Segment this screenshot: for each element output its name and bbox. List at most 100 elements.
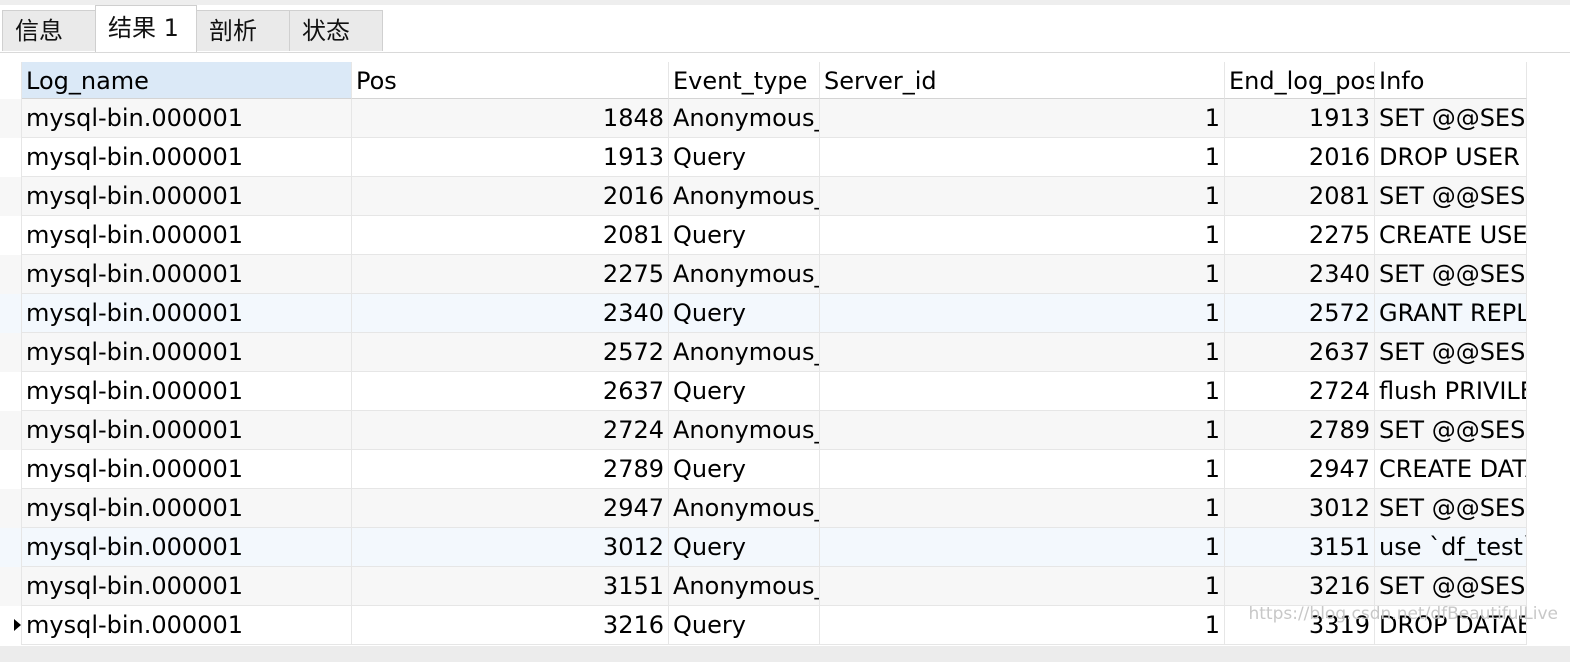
- cell-server-id[interactable]: 1: [820, 411, 1225, 450]
- cell-pos[interactable]: 2724: [352, 411, 669, 450]
- cell-server-id[interactable]: 1: [820, 333, 1225, 372]
- cell-event-type[interactable]: Anonymous_: [669, 567, 820, 606]
- cell-info[interactable]: CREATE DATA: [1375, 450, 1527, 489]
- row-indicator[interactable]: [0, 411, 22, 450]
- cell-event-type[interactable]: Anonymous_: [669, 489, 820, 528]
- row-indicator[interactable]: [0, 333, 22, 372]
- table-row[interactable]: mysql-bin.000001 2724 Anonymous_ 1 2789 SET @…: [0, 411, 1527, 450]
- cell-log-name[interactable]: mysql-bin.000001: [22, 567, 352, 606]
- column-header-info[interactable]: Info: [1375, 62, 1527, 99]
- cell-pos[interactable]: 1848: [352, 99, 669, 138]
- table-row[interactable]: mysql-bin.000001 2789 Query 1 2947 CREATE DAT…: [0, 450, 1527, 489]
- row-indicator[interactable]: [0, 606, 22, 645]
- cell-pos[interactable]: 1913: [352, 138, 669, 177]
- cell-server-id[interactable]: 1: [820, 606, 1225, 645]
- cell-end-log-pos[interactable]: 2340: [1225, 255, 1375, 294]
- cell-info[interactable]: DROP USER `: [1375, 138, 1527, 177]
- cell-end-log-pos[interactable]: 2016: [1225, 138, 1375, 177]
- table-row[interactable]: mysql-bin.000001 2637 Query 1 2724 flush PRIV…: [0, 372, 1527, 411]
- column-header-pos[interactable]: Pos: [352, 62, 669, 99]
- cell-end-log-pos[interactable]: 2789: [1225, 411, 1375, 450]
- cell-event-type[interactable]: Query: [669, 138, 820, 177]
- cell-log-name[interactable]: mysql-bin.000001: [22, 606, 352, 645]
- cell-event-type[interactable]: Query: [669, 450, 820, 489]
- cell-end-log-pos[interactable]: 3151: [1225, 528, 1375, 567]
- cell-log-name[interactable]: mysql-bin.000001: [22, 411, 352, 450]
- cell-pos[interactable]: 3151: [352, 567, 669, 606]
- table-row[interactable]: mysql-bin.000001 2275 Anonymous_ 1 2340 SET @…: [0, 255, 1527, 294]
- cell-end-log-pos[interactable]: 2724: [1225, 372, 1375, 411]
- table-row[interactable]: mysql-bin.000001 2947 Anonymous_ 1 3012 SET @…: [0, 489, 1527, 528]
- cell-pos[interactable]: 2572: [352, 333, 669, 372]
- cell-end-log-pos[interactable]: 3012: [1225, 489, 1375, 528]
- cell-event-type[interactable]: Query: [669, 294, 820, 333]
- cell-log-name[interactable]: mysql-bin.000001: [22, 450, 352, 489]
- cell-log-name[interactable]: mysql-bin.000001: [22, 294, 352, 333]
- cell-log-name[interactable]: mysql-bin.000001: [22, 528, 352, 567]
- column-header-server-id[interactable]: Server_id: [820, 62, 1225, 99]
- cell-info[interactable]: SET @@SESS: [1375, 489, 1527, 528]
- row-indicator[interactable]: [0, 528, 22, 567]
- cell-event-type[interactable]: Anonymous_: [669, 411, 820, 450]
- cell-log-name[interactable]: mysql-bin.000001: [22, 333, 352, 372]
- column-header-end-log-pos[interactable]: End_log_pos: [1225, 62, 1375, 99]
- cell-server-id[interactable]: 1: [820, 450, 1225, 489]
- cell-event-type[interactable]: Anonymous_: [669, 333, 820, 372]
- cell-server-id[interactable]: 1: [820, 177, 1225, 216]
- cell-end-log-pos[interactable]: 2275: [1225, 216, 1375, 255]
- row-indicator[interactable]: [0, 138, 22, 177]
- cell-server-id[interactable]: 1: [820, 255, 1225, 294]
- cell-log-name[interactable]: mysql-bin.000001: [22, 99, 352, 138]
- row-indicator[interactable]: [0, 489, 22, 528]
- row-indicator[interactable]: [0, 294, 22, 333]
- row-indicator[interactable]: [0, 255, 22, 294]
- table-row[interactable]: mysql-bin.000001 1848 Anonymous_ 1 1913 SET @…: [0, 99, 1527, 138]
- cell-end-log-pos[interactable]: 1913: [1225, 99, 1375, 138]
- cell-server-id[interactable]: 1: [820, 567, 1225, 606]
- cell-info[interactable]: SET @@SESS: [1375, 567, 1527, 606]
- row-indicator[interactable]: [0, 450, 22, 489]
- cell-event-type[interactable]: Query: [669, 372, 820, 411]
- cell-info[interactable]: SET @@SESS: [1375, 333, 1527, 372]
- cell-pos[interactable]: 3216: [352, 606, 669, 645]
- cell-log-name[interactable]: mysql-bin.000001: [22, 255, 352, 294]
- table-row[interactable]: mysql-bin.000001 2340 Query 1 2572 GRANT REPL: [0, 294, 1527, 333]
- cell-server-id[interactable]: 1: [820, 489, 1225, 528]
- cell-pos[interactable]: 2016: [352, 177, 669, 216]
- cell-pos[interactable]: 2081: [352, 216, 669, 255]
- table-row[interactable]: mysql-bin.000001 2572 Anonymous_ 1 2637 SET @…: [0, 333, 1527, 372]
- horizontal-scrollbar[interactable]: [0, 646, 1570, 662]
- row-indicator[interactable]: [0, 177, 22, 216]
- cell-event-type[interactable]: Anonymous_: [669, 255, 820, 294]
- cell-server-id[interactable]: 1: [820, 99, 1225, 138]
- row-indicator[interactable]: [0, 99, 22, 138]
- cell-info[interactable]: SET @@SESS: [1375, 99, 1527, 138]
- cell-event-type[interactable]: Anonymous_: [669, 177, 820, 216]
- cell-event-type[interactable]: Query: [669, 216, 820, 255]
- column-header-event-type[interactable]: Event_type: [669, 62, 820, 99]
- cell-log-name[interactable]: mysql-bin.000001: [22, 177, 352, 216]
- tab-info[interactable]: 信息: [2, 10, 96, 51]
- cell-server-id[interactable]: 1: [820, 372, 1225, 411]
- cell-server-id[interactable]: 1: [820, 528, 1225, 567]
- column-header-log-name[interactable]: Log_name: [22, 62, 352, 99]
- cell-info[interactable]: SET @@SESS: [1375, 255, 1527, 294]
- cell-pos[interactable]: 2340: [352, 294, 669, 333]
- table-row[interactable]: mysql-bin.000001 2081 Query 1 2275 CREATE USE…: [0, 216, 1527, 255]
- cell-log-name[interactable]: mysql-bin.000001: [22, 138, 352, 177]
- cell-end-log-pos[interactable]: 2081: [1225, 177, 1375, 216]
- cell-log-name[interactable]: mysql-bin.000001: [22, 216, 352, 255]
- table-row[interactable]: mysql-bin.000001 3151 Anonymous_ 1 3216 SET @…: [0, 567, 1527, 606]
- cell-event-type[interactable]: Anonymous_: [669, 99, 820, 138]
- cell-info[interactable]: SET @@SESS: [1375, 411, 1527, 450]
- cell-server-id[interactable]: 1: [820, 294, 1225, 333]
- cell-end-log-pos[interactable]: 2572: [1225, 294, 1375, 333]
- row-indicator[interactable]: [0, 216, 22, 255]
- row-indicator[interactable]: [0, 372, 22, 411]
- cell-log-name[interactable]: mysql-bin.000001: [22, 489, 352, 528]
- cell-end-log-pos[interactable]: 2947: [1225, 450, 1375, 489]
- cell-server-id[interactable]: 1: [820, 216, 1225, 255]
- cell-log-name[interactable]: mysql-bin.000001: [22, 372, 352, 411]
- cell-server-id[interactable]: 1: [820, 138, 1225, 177]
- cell-event-type[interactable]: Query: [669, 606, 820, 645]
